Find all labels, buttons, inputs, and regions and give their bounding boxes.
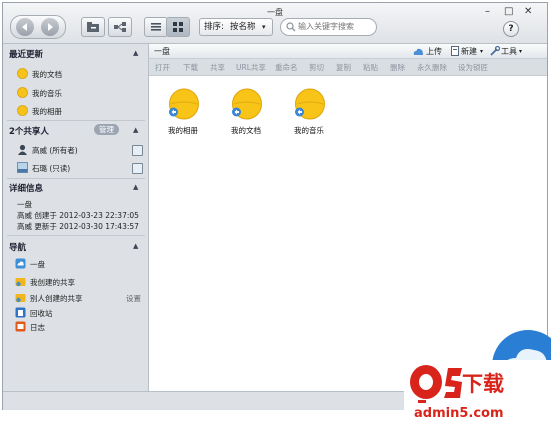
sharers-section-title: 2个共享人 xyxy=(9,127,49,137)
file-name: 我的相册 xyxy=(168,126,198,135)
detail-created: 高威 创建于 2012-03-23 22:37:05 xyxy=(17,211,139,220)
search-icon xyxy=(286,22,296,32)
upload-button[interactable]: 上传 xyxy=(426,46,442,57)
tools-button[interactable]: 工具 xyxy=(501,46,517,57)
forward-button[interactable] xyxy=(41,18,59,36)
folder-icon xyxy=(17,68,28,79)
watermark-brand: 下载 xyxy=(462,372,504,396)
action-url-share[interactable]: URL共享 xyxy=(236,62,266,73)
sidebar: 最近更新 ▲ 我的文档 我的音乐 我的相册 2个共享人 管理 ▲ 高威 (所有者… xyxy=(3,44,149,409)
help-button[interactable]: ? xyxy=(503,21,519,37)
action-delete[interactable]: 删除 xyxy=(390,62,405,73)
list-icon xyxy=(151,23,161,31)
action-toolbar: 打开 下载 共享 URL共享 重命名 剪切 复制 粘贴 删除 永久删除 设为锁匠 xyxy=(149,59,547,76)
folder-icon xyxy=(169,88,199,120)
network-icon xyxy=(114,22,126,32)
minimize-button[interactable]: – xyxy=(485,6,490,17)
action-permanent-delete[interactable]: 永久删除 xyxy=(417,62,447,73)
user-icon xyxy=(17,162,28,173)
list-view-button[interactable] xyxy=(144,17,168,37)
file-name: 我的文档 xyxy=(231,126,261,135)
folder-icon xyxy=(17,105,28,116)
contact-card-icon[interactable] xyxy=(132,145,143,156)
collapse-arrow-icon[interactable]: ▲ xyxy=(133,49,138,57)
divider xyxy=(7,235,145,236)
title-bar: 一盘 – □ ✕ 排序: 按名称 ▾ 输入关键字搜索 ? xyxy=(3,3,547,44)
folder-icon xyxy=(232,88,262,120)
folder-tree-icon xyxy=(87,22,99,32)
file-name: 我的音乐 xyxy=(294,126,324,135)
watermark: 下载 admin5.com xyxy=(404,330,551,423)
back-button[interactable] xyxy=(16,18,34,36)
upload-icon xyxy=(413,48,423,55)
action-set-lock[interactable]: 设为锁匠 xyxy=(458,62,488,73)
action-share[interactable]: 共享 xyxy=(210,62,225,73)
chevron-down-icon[interactable]: ▾ xyxy=(480,48,483,55)
action-copy[interactable]: 复制 xyxy=(336,62,351,73)
file-item-music[interactable]: 我的音乐 xyxy=(284,88,334,140)
wrench-icon xyxy=(490,46,500,56)
search-box[interactable] xyxy=(280,18,377,36)
shared-folder-icon xyxy=(15,278,26,287)
detail-name: 一盘 xyxy=(17,200,32,209)
sync-button[interactable] xyxy=(108,17,132,37)
grid-icon xyxy=(173,22,183,32)
sort-label: 排序: xyxy=(204,22,224,32)
details-section-title: 详细信息 xyxy=(9,184,44,194)
manage-button[interactable]: 管理 xyxy=(94,124,119,135)
divider xyxy=(7,120,145,121)
detail-updated: 高威 更新于 2012-03-30 17:43:57 xyxy=(17,222,139,231)
breadcrumb-bar: 一盘 上传 新建 ▾ 工具 ▾ xyxy=(149,44,547,59)
file-item-documents[interactable]: 我的文档 xyxy=(221,88,271,140)
user-icon xyxy=(18,144,27,155)
divider xyxy=(7,178,145,179)
chevron-down-icon[interactable]: ▾ xyxy=(519,48,522,55)
settings-link[interactable]: 设置 xyxy=(126,293,141,304)
folder-icon xyxy=(17,87,28,98)
collapse-arrow-icon[interactable]: ▲ xyxy=(133,242,138,250)
breadcrumb[interactable]: 一盘 xyxy=(154,46,170,57)
search-input[interactable] xyxy=(298,20,370,33)
shared-folder-icon xyxy=(15,294,26,303)
trash-icon xyxy=(15,307,26,318)
action-rename[interactable]: 重命名 xyxy=(275,62,298,73)
folder-icon xyxy=(295,88,325,120)
file-item-photos[interactable]: 我的相册 xyxy=(158,88,208,140)
collapse-arrow-icon[interactable]: ▲ xyxy=(133,183,138,191)
action-paste[interactable]: 粘贴 xyxy=(363,62,378,73)
arrow-right-icon xyxy=(48,23,53,31)
folder-view-button[interactable] xyxy=(81,17,105,37)
action-open[interactable]: 打开 xyxy=(155,62,170,73)
contact-card-icon[interactable] xyxy=(132,163,143,174)
chevron-down-icon: ▾ xyxy=(262,23,266,31)
action-cut[interactable]: 剪切 xyxy=(309,62,324,73)
action-download[interactable]: 下载 xyxy=(183,62,198,73)
maximize-button[interactable]: □ xyxy=(504,6,513,17)
new-file-icon xyxy=(451,46,459,56)
watermark-url: admin5.com xyxy=(414,406,504,421)
collapse-arrow-icon[interactable]: ▲ xyxy=(133,126,138,134)
sort-dropdown[interactable]: 排序: 按名称 ▾ xyxy=(199,18,273,36)
navigation-section-title: 导航 xyxy=(9,243,27,253)
new-button[interactable]: 新建 xyxy=(461,46,477,57)
grid-view-button[interactable] xyxy=(166,17,190,37)
log-icon xyxy=(15,321,26,332)
recent-section-title: 最近更新 xyxy=(9,50,44,60)
cloud-icon xyxy=(15,258,26,269)
history-nav xyxy=(10,15,66,39)
sort-value: 按名称 xyxy=(230,22,256,32)
close-button[interactable]: ✕ xyxy=(524,6,532,17)
arrow-left-icon xyxy=(22,23,27,31)
